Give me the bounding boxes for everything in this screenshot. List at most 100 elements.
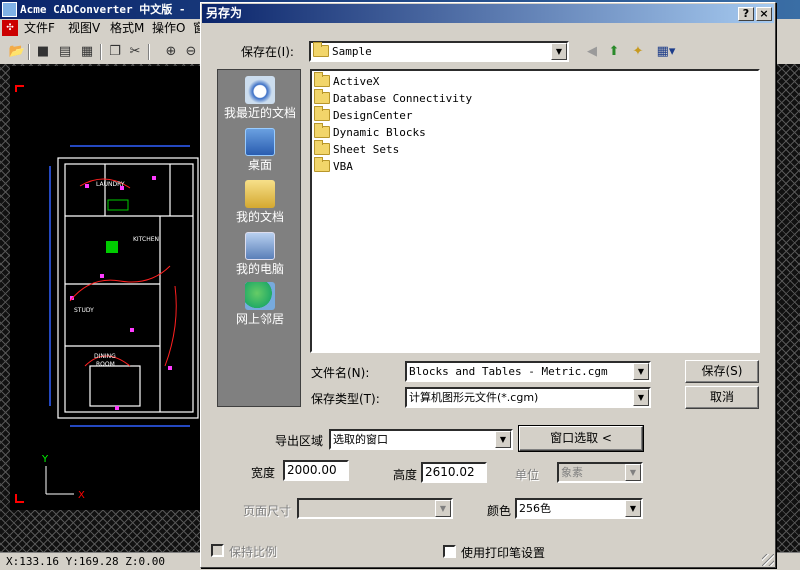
toolbar-separator — [28, 44, 30, 60]
copy-icon[interactable]: ❐ — [106, 43, 124, 61]
cancel-button[interactable]: 取消 — [685, 386, 759, 409]
svg-text:Y: Y — [41, 454, 49, 465]
filetype-value: 计算机图形元文件(*.cgm) — [409, 391, 539, 404]
unit-dropdown[interactable]: 象素 ▼ — [557, 462, 643, 483]
menu-file[interactable]: 文件F — [24, 19, 55, 38]
zoom-in-icon[interactable]: ⊕ — [162, 43, 180, 61]
page-size-label: 页面尺寸 — [243, 504, 292, 518]
color-value: 256色 — [519, 502, 551, 515]
svg-text:STUDY: STUDY — [74, 307, 94, 314]
folder-icon — [314, 106, 330, 121]
menu-operation[interactable]: 操作O — [152, 19, 185, 38]
height-label: 高度 — [393, 468, 418, 482]
dialog-title: 另存为 — [206, 6, 243, 20]
folder-icon — [313, 42, 329, 57]
list-item[interactable]: Database Connectivity — [314, 89, 472, 107]
filename-field[interactable]: Blocks and Tables - Metric.cgm ▼ — [405, 361, 651, 382]
save-all-icon[interactable]: ▤ — [56, 43, 74, 61]
help-button[interactable]: ? — [738, 7, 754, 21]
export-area-dropdown[interactable]: 选取的窗口 ▼ — [329, 429, 513, 450]
folder-icon — [314, 157, 330, 172]
app-icon — [2, 2, 17, 17]
document-icon[interactable]: ✣ — [2, 20, 18, 36]
cad-canvas[interactable]: LAUNDRY KITCHEN STUDY DINING ROOM Y X — [10, 66, 200, 510]
folder-icon — [314, 89, 330, 104]
save-in-value: Sample — [313, 42, 372, 60]
chevron-down-icon[interactable]: ▼ — [625, 500, 641, 517]
desktop-icon — [245, 128, 275, 156]
place-desktop[interactable]: 桌面 — [218, 126, 302, 176]
view-menu-icon[interactable]: ▦▾ — [653, 43, 679, 61]
list-item[interactable]: Sheet Sets — [314, 140, 399, 158]
place-my-computer[interactable]: 我的电脑 — [218, 230, 302, 280]
resize-grip-icon[interactable] — [762, 554, 774, 566]
menu-format[interactable]: 格式M — [110, 19, 144, 38]
export-area-label: 导出区域 — [275, 434, 324, 448]
filetype-label: 保存类型(T): — [311, 392, 380, 406]
svg-text:ROOM: ROOM — [96, 361, 115, 368]
svg-text:X: X — [78, 490, 85, 501]
save-icon[interactable]: ■ — [34, 43, 52, 61]
chevron-down-icon[interactable]: ▼ — [435, 500, 451, 517]
list-item[interactable]: ActiveX — [314, 72, 379, 90]
keep-ratio-label: 保持比例 — [229, 545, 278, 559]
new-folder-icon[interactable]: ✦ — [629, 43, 647, 61]
save-in-dropdown[interactable]: Sample ▼ — [309, 41, 569, 62]
network-places-icon — [245, 282, 275, 310]
page-size-dropdown[interactable]: ▼ — [297, 498, 453, 519]
folder-icon — [314, 72, 330, 87]
svg-text:KITCHEN: KITCHEN — [133, 236, 159, 243]
print-icon[interactable]: ▦ — [78, 43, 96, 61]
filename-label: 文件名(N): — [311, 366, 370, 380]
places-bar: 我最近的文档 桌面 我的文档 我的电脑 网上邻居 — [217, 69, 301, 407]
height-input[interactable]: 2610.02 — [421, 462, 487, 483]
my-documents-icon — [245, 180, 275, 208]
save-button[interactable]: 保存(S) — [685, 360, 759, 383]
list-item[interactable]: VBA — [314, 157, 353, 175]
close-button[interactable]: × — [756, 7, 772, 21]
zoom-out-icon[interactable]: ⊖ — [182, 43, 200, 61]
toolbar-separator — [100, 44, 102, 60]
my-computer-icon — [245, 232, 275, 260]
chevron-down-icon[interactable]: ▼ — [551, 43, 567, 60]
use-pen-checkbox[interactable] — [443, 545, 456, 558]
filename-value: Blocks and Tables - Metric.cgm — [409, 365, 608, 378]
chevron-down-icon[interactable]: ▼ — [633, 389, 649, 406]
color-label: 颜色 — [487, 504, 512, 518]
open-icon[interactable]: 📂 — [8, 43, 26, 61]
cut-icon[interactable]: ✂ — [126, 43, 144, 61]
floor-plan-drawing: LAUNDRY KITCHEN STUDY DINING ROOM Y X — [15, 85, 199, 503]
export-area-value: 选取的窗口 — [333, 433, 388, 446]
folder-icon — [314, 123, 330, 138]
chevron-down-icon[interactable]: ▼ — [625, 464, 641, 481]
file-list[interactable]: ActiveX Database Connectivity DesignCent… — [310, 69, 760, 353]
menu-view[interactable]: 视图V — [68, 19, 100, 38]
filetype-dropdown[interactable]: 计算机图形元文件(*.cgm) ▼ — [405, 387, 651, 408]
place-my-documents[interactable]: 我的文档 — [218, 178, 302, 228]
width-input[interactable]: 2000.00 — [283, 460, 349, 481]
place-recent[interactable]: 我最近的文档 — [218, 74, 302, 124]
place-network[interactable]: 网上邻居 — [218, 280, 302, 330]
chevron-down-icon[interactable]: ▼ — [633, 363, 649, 380]
chevron-down-icon[interactable]: ▼ — [495, 431, 511, 448]
recent-documents-icon — [245, 76, 275, 104]
toolbar-separator — [148, 44, 150, 60]
width-label: 宽度 — [251, 466, 276, 480]
save-in-label: 保存在(I): — [241, 45, 294, 59]
dialog-titlebar[interactable]: 另存为 ? × — [202, 4, 774, 23]
back-icon[interactable]: ◀ — [583, 43, 601, 61]
save-as-dialog: 另存为 ? × 保存在(I): Sample ▼ ◀ ⬆ ✦ ▦▾ 我最近的文档… — [200, 2, 776, 568]
unit-label: 单位 — [515, 468, 540, 482]
svg-text:LAUNDRY: LAUNDRY — [96, 181, 125, 188]
unit-value: 象素 — [561, 466, 583, 479]
color-dropdown[interactable]: 256色 ▼ — [515, 498, 643, 519]
window-select-button[interactable]: 窗口选取 < — [518, 425, 644, 452]
list-item[interactable]: DesignCenter — [314, 106, 412, 124]
app-title: Acme CADConverter 中文版 - — [20, 3, 186, 16]
list-item[interactable]: Dynamic Blocks — [314, 123, 426, 141]
use-pen-label: 使用打印笔设置 — [461, 546, 546, 560]
svg-text:DINING: DINING — [94, 353, 116, 360]
coordinate-readout: X:133.16 Y:169.28 Z:0.00 — [6, 555, 165, 568]
up-folder-icon[interactable]: ⬆ — [605, 43, 623, 61]
keep-ratio-checkbox[interactable] — [211, 544, 224, 557]
